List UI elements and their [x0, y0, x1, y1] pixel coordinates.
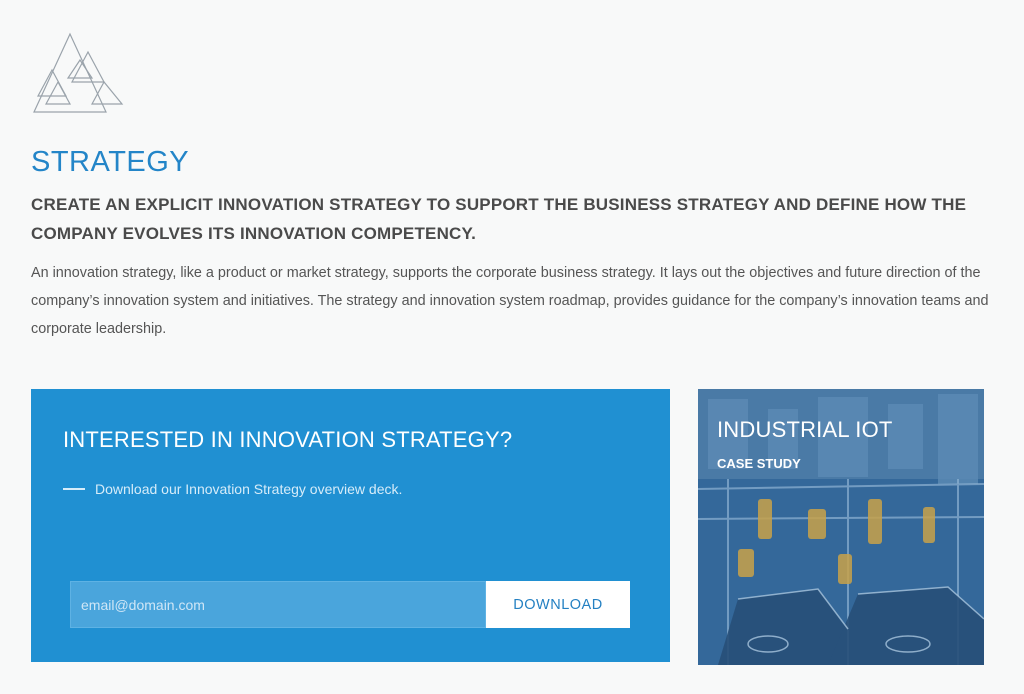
- strategy-headline: CREATE AN EXPLICIT INNOVATION STRATEGY T…: [31, 195, 967, 243]
- cta-heading: INTERESTED IN INNOVATION STRATEGY?: [63, 427, 513, 452]
- innovation-strategy-cta-panel: INTERESTED IN INNOVATION STRATEGY? Downl…: [31, 389, 670, 662]
- triangles-logo-icon: [33, 32, 124, 113]
- case-study-label: CASE STUDY: [717, 456, 801, 471]
- dash-icon: [63, 488, 85, 490]
- industrial-iot-case-study-card[interactable]: INDUSTRIAL IOT CASE STUDY: [698, 389, 984, 665]
- cta-subline: Download our Innovation Strategy overvie…: [63, 481, 402, 497]
- strategy-page: STRATEGY CREATE AN EXPLICIT INNOVATION S…: [0, 0, 1024, 694]
- case-study-title: INDUSTRIAL IOT: [717, 417, 893, 442]
- page-title: STRATEGY: [31, 146, 190, 178]
- cta-subline-text: Download our Innovation Strategy overvie…: [95, 481, 403, 497]
- email-input[interactable]: [70, 581, 486, 628]
- strategy-description: An innovation strategy, like a product o…: [31, 265, 989, 337]
- download-button[interactable]: DOWNLOAD: [486, 581, 630, 628]
